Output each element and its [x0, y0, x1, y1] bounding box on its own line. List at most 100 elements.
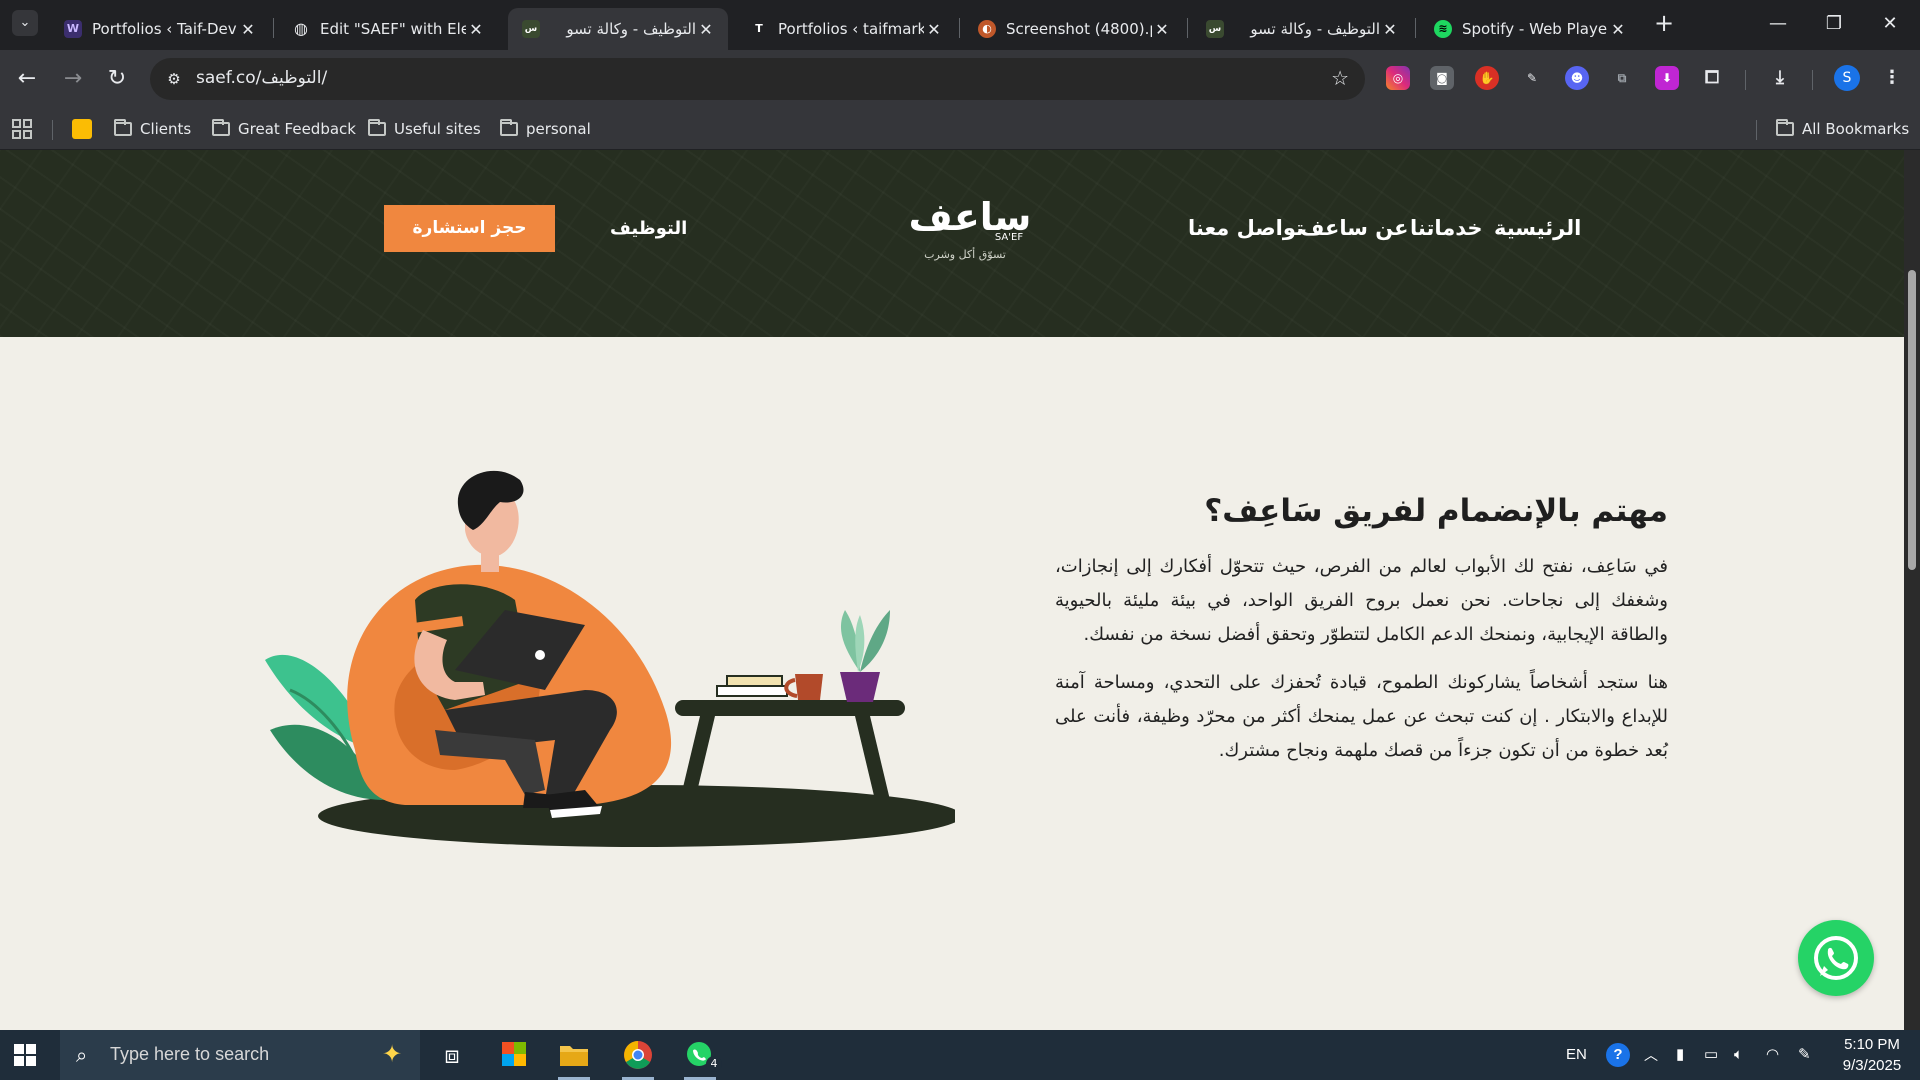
camera-extension-icon[interactable]: ◙	[1430, 66, 1454, 90]
color-picker-icon[interactable]: ✎	[1520, 66, 1544, 90]
saef-icon: س	[522, 20, 540, 38]
bookmark-label: Useful sites	[394, 120, 481, 138]
book-consultation-button[interactable]: حجز استشارة	[384, 205, 555, 252]
close-icon[interactable]: ✕	[924, 20, 944, 39]
folder-icon	[368, 119, 386, 136]
network-extension-icon[interactable]: ⧉	[1610, 66, 1634, 90]
tab-search-button[interactable]: ⌄	[12, 10, 38, 36]
language-indicator[interactable]: EN	[1566, 1030, 1587, 1080]
ghost-extension-icon[interactable]: ☻	[1565, 66, 1589, 90]
page-scrollbar[interactable]	[1904, 150, 1920, 1030]
bookmark-label: All Bookmarks	[1802, 120, 1910, 138]
bookmark-folder-useful-sites[interactable]: Useful sites	[368, 116, 481, 142]
tab-title: Spotify - Web Player:	[1462, 20, 1608, 38]
usb-icon[interactable]: ▮	[1676, 1030, 1684, 1080]
close-icon[interactable]: ✕	[696, 20, 716, 39]
tab-title: التوظيف - وكالة تسو	[1250, 20, 1380, 38]
bookmark-folder-clients[interactable]: Clients	[114, 116, 191, 142]
bookmark-star-icon[interactable]: ☆	[1331, 66, 1349, 90]
whatsapp-icon	[1814, 936, 1858, 980]
keep-notes-icon[interactable]	[72, 116, 92, 142]
scrollbar-thumb[interactable]	[1908, 270, 1916, 570]
new-tab-button[interactable]: +	[1650, 10, 1678, 38]
help-icon[interactable]: ?	[1606, 1030, 1630, 1080]
tab-title: التوظيف - وكالة تسو	[566, 20, 696, 38]
search-placeholder: Type here to search	[110, 1044, 270, 1064]
wifi-icon[interactable]: ◠	[1766, 1030, 1779, 1080]
all-bookmarks-button[interactable]: All Bookmarks	[1776, 116, 1909, 142]
saef-logo[interactable]: ساعف SA'EF تسوّق أكل وشرب	[905, 194, 1035, 266]
folder-icon	[500, 119, 518, 136]
close-icon[interactable]: ✕	[466, 20, 486, 39]
bookmark-folder-great-feedback[interactable]: Great Feedback	[212, 116, 356, 142]
system-clock[interactable]: 5:10 PM 9/3/2025	[1832, 1034, 1912, 1076]
nav-link-services[interactable]: خدماتنا	[1410, 216, 1483, 240]
url-text: saef.co/التوظيف/	[196, 68, 328, 88]
folder-icon	[1776, 119, 1794, 136]
menu-kebab-icon[interactable]: ⋮	[1880, 66, 1904, 90]
profile-initial: S	[1842, 70, 1852, 86]
minimize-icon[interactable]: —	[1750, 0, 1806, 48]
browser-tab[interactable]: ◐ Screenshot (4800).pn ✕	[964, 8, 1184, 50]
svg-text:SA'EF: SA'EF	[995, 232, 1023, 243]
tab-strip: ⌄ W Portfolios ‹ Taif-Dev – ✕ ◍ Edit "SA…	[0, 0, 1920, 50]
folder-icon	[114, 119, 132, 136]
bookmark-label: personal	[526, 120, 591, 138]
profile-avatar[interactable]: S	[1834, 65, 1860, 91]
site-header: الرئيسية خدماتنا عن ساعف تواصل معنا ساعف…	[0, 150, 1904, 337]
volume-icon[interactable]: 🔈︎	[1734, 1030, 1743, 1080]
chevron-down-icon: ⌄	[19, 15, 31, 30]
reload-icon[interactable]: ↻	[102, 64, 132, 94]
notification-badge: 4	[706, 1056, 722, 1072]
instagram-extension-icon[interactable]: ◎	[1386, 66, 1410, 90]
nav-link-about[interactable]: عن ساعف	[1300, 216, 1408, 240]
whatsapp-chat-button[interactable]	[1798, 920, 1874, 996]
apps-grid-icon[interactable]	[12, 116, 32, 142]
site-info-icon[interactable]: ⚙	[164, 69, 184, 89]
folder-icon	[212, 119, 230, 136]
app-colorful-icon[interactable]	[494, 1038, 534, 1072]
address-bar[interactable]: ⚙ saef.co/التوظيف/ ☆	[150, 58, 1365, 100]
restore-icon[interactable]: ❐	[1806, 0, 1862, 48]
browser-tab[interactable]: ◍ Edit "SAEF" with Elem ✕	[278, 8, 498, 50]
tab-title: Portfolios ‹ taifmarke	[778, 20, 924, 38]
whatsapp-taskbar-icon[interactable]: 4	[680, 1038, 722, 1080]
pen-icon[interactable]: ✎	[1798, 1030, 1811, 1080]
person-on-beanbag-illustration	[265, 470, 955, 847]
chevron-up-icon[interactable]: ︿	[1644, 1030, 1658, 1080]
globe-icon: ◍	[294, 19, 308, 38]
stop-extension-icon[interactable]: ✋	[1475, 66, 1499, 90]
task-view-icon[interactable]: ⧈	[432, 1038, 472, 1072]
nav-link-contact[interactable]: تواصل معنا	[1188, 216, 1304, 240]
browser-tab[interactable]: س التوظيف - وكالة تسو ✕	[1192, 8, 1412, 50]
forward-icon[interactable]: →	[58, 64, 88, 94]
bookmark-folder-personal[interactable]: personal	[500, 116, 591, 142]
nav-link-home[interactable]: الرئيسية	[1494, 216, 1581, 240]
extensions-puzzle-icon[interactable]: ⧠	[1700, 66, 1724, 90]
close-icon[interactable]: ✕	[1608, 20, 1628, 39]
browser-tab[interactable]: W Portfolios ‹ Taif-Dev – ✕	[50, 8, 270, 50]
download-extension-icon[interactable]: ⬇	[1655, 66, 1679, 90]
browser-tab[interactable]: T Portfolios ‹ taifmarke ✕	[736, 8, 956, 50]
back-icon[interactable]: ←	[12, 64, 42, 94]
battery-icon[interactable]: ▭	[1704, 1030, 1718, 1080]
image-icon: ◐	[978, 20, 996, 38]
bookmarks-bar: Clients Great Feedback Useful sites pers…	[0, 108, 1920, 150]
close-window-icon[interactable]: ✕	[1862, 0, 1918, 48]
nav-link-jobs[interactable]: التوظيف	[610, 218, 687, 239]
browser-tab[interactable]: ≋ Spotify - Web Player: ✕	[1420, 8, 1640, 50]
windows-taskbar: ⌕ Type here to search ✦ ⧈ 4 EN ? ︿ ▮ ▭ 🔈…	[0, 1030, 1920, 1080]
close-icon[interactable]: ✕	[238, 20, 258, 39]
close-icon[interactable]: ✕	[1380, 20, 1400, 39]
join-team-heading: مهتم بالإنضمام لفريق سَاعِف؟	[1204, 493, 1668, 529]
close-icon[interactable]: ✕	[1152, 20, 1172, 39]
saef-icon: س	[1206, 20, 1224, 38]
browser-tab-active[interactable]: س التوظيف - وكالة تسو ✕	[508, 8, 728, 50]
downloads-icon[interactable]: ⤓	[1768, 66, 1792, 90]
chrome-icon[interactable]	[618, 1038, 658, 1080]
file-explorer-icon[interactable]	[554, 1038, 594, 1080]
taskbar-search-box[interactable]: ⌕ Type here to search ✦	[60, 1030, 420, 1080]
windows-start-icon[interactable]	[14, 1044, 36, 1066]
search-icon: ⌕	[76, 1043, 88, 1067]
bookmark-label: Great Feedback	[238, 120, 356, 138]
